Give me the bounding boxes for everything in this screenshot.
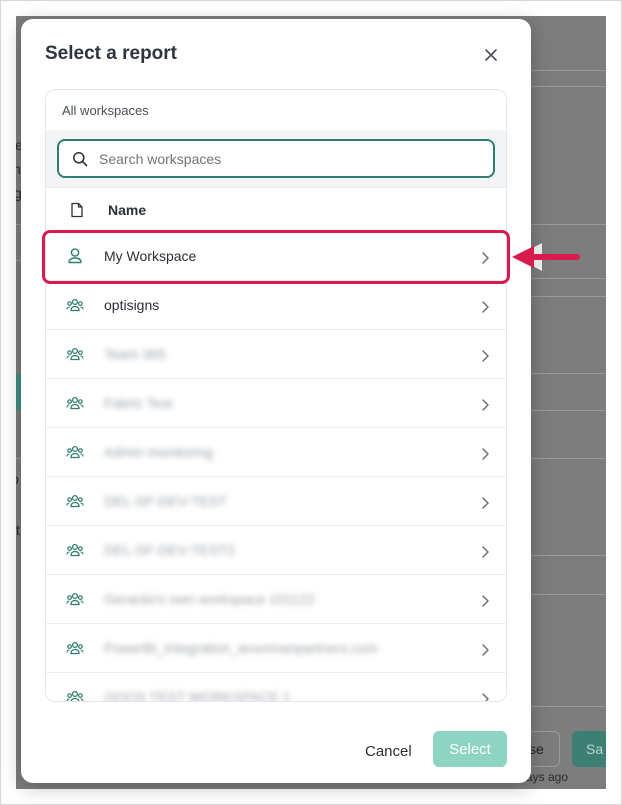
workspace-row[interactable]: Fabric Test bbox=[46, 379, 506, 428]
group-icon bbox=[66, 394, 84, 412]
column-name-label: Name bbox=[108, 201, 147, 218]
document-icon bbox=[68, 201, 86, 219]
workspace-name: OOOS TEST WORKSPACE 1 bbox=[104, 689, 291, 702]
workspace-row[interactable]: Admin monitoring bbox=[46, 428, 506, 477]
workspace-name: Fabric Test bbox=[104, 395, 173, 411]
chevron-right-icon bbox=[476, 347, 494, 365]
person-icon bbox=[66, 247, 84, 265]
chevron-right-icon bbox=[476, 690, 494, 701]
backdrop-text: o bbox=[16, 471, 19, 487]
pointer-arrow bbox=[512, 243, 580, 271]
chevron-right-icon bbox=[476, 249, 494, 267]
workspace-name: optisigns bbox=[104, 297, 160, 313]
workspace-name: Admin monitoring bbox=[104, 444, 213, 460]
search-input[interactable] bbox=[99, 150, 459, 167]
group-icon bbox=[66, 590, 84, 608]
search-box[interactable] bbox=[57, 139, 495, 178]
group-icon bbox=[66, 345, 84, 363]
workspace-row[interactable]: OOOS TEST WORKSPACE 1 bbox=[46, 673, 506, 702]
chevron-right-icon bbox=[476, 543, 494, 561]
panel-header: All workspaces bbox=[62, 102, 149, 118]
chevron-right-icon bbox=[476, 445, 494, 463]
workspace-row[interactable]: PowerBI_integration_anonmanpartners.com bbox=[46, 624, 506, 673]
workspace-list: My Workspace optisigns Team 365 Fabric Test… bbox=[46, 232, 506, 702]
workspace-row[interactable]: My Workspace bbox=[46, 232, 506, 281]
group-icon bbox=[66, 492, 84, 510]
search-icon bbox=[71, 150, 89, 168]
group-icon bbox=[66, 688, 84, 701]
group-icon bbox=[66, 639, 84, 657]
select-report-modal: Select a report All workspaces Name My W… bbox=[21, 19, 531, 783]
cancel-button[interactable]: Cancel bbox=[365, 739, 421, 763]
workspace-panel: All workspaces Name My Workspace optisign… bbox=[45, 89, 507, 702]
close-button[interactable] bbox=[480, 44, 502, 66]
group-icon bbox=[66, 443, 84, 461]
workspace-name: DEL-SF-DEV-TEST2 bbox=[104, 542, 235, 558]
select-button[interactable]: Select bbox=[433, 731, 507, 767]
search-area bbox=[46, 130, 506, 188]
workspace-row[interactable]: DEL-SF-DEV-TEST2 bbox=[46, 526, 506, 575]
workspace-name: Team 365 bbox=[104, 346, 166, 362]
chevron-right-icon bbox=[476, 641, 494, 659]
group-icon bbox=[66, 296, 84, 314]
workspace-name: PowerBI_integration_anonmanpartners.com bbox=[104, 640, 378, 656]
workspace-name: DEL-SF-DEV-TEST bbox=[104, 493, 227, 509]
workspace-row[interactable]: DEL-SF-DEV-TEST bbox=[46, 477, 506, 526]
close-icon bbox=[482, 46, 500, 64]
workspace-row[interactable]: Team 365 bbox=[46, 330, 506, 379]
workspace-row[interactable]: Gerardo's own workspace 101122 bbox=[46, 575, 506, 624]
backdrop-text: t bbox=[16, 522, 20, 538]
group-icon bbox=[66, 541, 84, 559]
chevron-right-icon bbox=[476, 298, 494, 316]
workspace-name: Gerardo's own workspace 101122 bbox=[104, 591, 315, 607]
chevron-right-icon bbox=[476, 396, 494, 414]
chevron-right-icon bbox=[476, 494, 494, 512]
workspace-name: My Workspace bbox=[104, 248, 197, 264]
column-header: Name bbox=[46, 188, 506, 232]
backdrop-timestamp: ays ago bbox=[526, 770, 569, 784]
workspace-row[interactable]: optisigns bbox=[46, 281, 506, 330]
backdrop-save-button: Sa bbox=[572, 731, 606, 767]
modal-title: Select a report bbox=[45, 43, 177, 64]
chevron-right-icon bbox=[476, 592, 494, 610]
